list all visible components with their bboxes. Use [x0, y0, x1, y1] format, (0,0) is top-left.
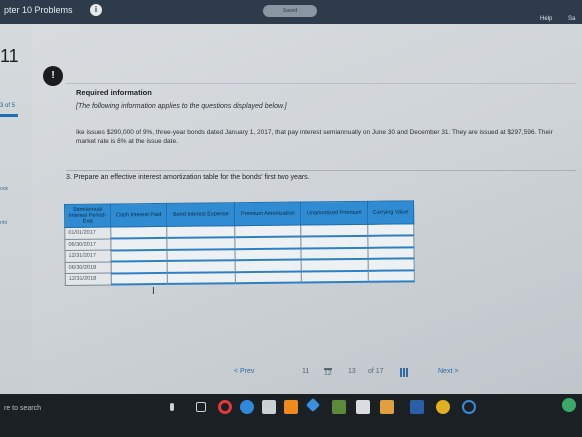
- amortization-table: Semiannual Interest Period-End Cash Inte…: [64, 200, 415, 286]
- task-view-icon[interactable]: [196, 402, 206, 412]
- info-icon[interactable]: i: [90, 4, 102, 16]
- page-13-link[interactable]: 13: [348, 368, 356, 375]
- header-bond-interest-expense: Bond Interest Expense: [166, 202, 235, 227]
- notification-icon[interactable]: [562, 398, 576, 412]
- premium-amortization-input[interactable]: [235, 236, 302, 249]
- carrying-value-input[interactable]: [367, 235, 414, 248]
- edge-icon[interactable]: [240, 400, 254, 414]
- period-cell: 12/31/2017: [64, 250, 112, 262]
- header-cash-interest: Cash Interest Paid: [110, 203, 168, 228]
- bond-interest-input[interactable]: [167, 225, 236, 238]
- next-button[interactable]: Next >: [438, 368, 458, 375]
- chrome-icon[interactable]: [436, 400, 450, 414]
- progress-bar: [0, 114, 18, 117]
- amazon-icon[interactable]: [356, 400, 370, 414]
- os-taskbar: re to search: [0, 394, 582, 437]
- premium-amortization-input[interactable]: [235, 248, 302, 261]
- carrying-value-input[interactable]: [368, 269, 415, 282]
- cash-interest-input[interactable]: [111, 260, 168, 274]
- word-icon[interactable]: [410, 400, 424, 414]
- page-11-link[interactable]: 11: [302, 368, 309, 375]
- cash-interest-input[interactable]: [110, 237, 168, 251]
- carrying-value-input[interactable]: [368, 258, 415, 271]
- unamortized-premium-input[interactable]: [301, 270, 369, 283]
- part-count: 3 of 5: [0, 103, 16, 109]
- taskbar-search[interactable]: re to search: [4, 405, 41, 412]
- period-cell: 01/01/2017: [64, 227, 111, 239]
- photos-icon[interactable]: [380, 400, 394, 414]
- cash-interest-input[interactable]: [110, 249, 168, 262]
- save-link[interactable]: Sa: [568, 16, 575, 22]
- question-sidebar: 11 3 of 5 ook rint: [0, 24, 32, 400]
- unamortized-premium-input[interactable]: [301, 247, 369, 260]
- premium-amortization-input[interactable]: [235, 259, 302, 272]
- chapter-title: pter 10 Problems: [4, 5, 73, 15]
- premium-amortization-input[interactable]: [235, 271, 302, 284]
- header-premium-amortization: Premium Amortization: [234, 202, 301, 226]
- help-link[interactable]: Help: [540, 16, 552, 22]
- carrying-value-input[interactable]: [368, 246, 415, 259]
- opera-icon[interactable]: [218, 400, 232, 414]
- header-period: Semiannual Interest Period-End: [64, 204, 111, 228]
- text-cursor-icon: I: [152, 286, 155, 297]
- info-note: [The following information applies to th…: [76, 103, 287, 110]
- page-12-link[interactable]: 12: [324, 368, 332, 377]
- cash-interest-input[interactable]: [111, 272, 168, 285]
- print-link[interactable]: rint: [0, 220, 7, 226]
- question-prompt: 3. Prepare an effective interest amortiz…: [66, 174, 310, 181]
- unamortized-premium-input[interactable]: [301, 258, 369, 272]
- info-heading: Required information: [76, 88, 152, 97]
- top-bar: pter 10 Problems i Saved Help Sa: [0, 0, 582, 24]
- period-cell: 12/31/2018: [65, 273, 112, 285]
- carrying-value-input[interactable]: [367, 223, 414, 236]
- cash-interest-input[interactable]: [110, 226, 168, 239]
- header-unamortized-premium: Unamortized Premium: [300, 201, 368, 226]
- bond-interest-input[interactable]: [167, 260, 236, 273]
- bond-interest-input[interactable]: [167, 248, 236, 261]
- unamortized-premium-input[interactable]: [300, 235, 369, 249]
- bond-interest-input[interactable]: [167, 237, 236, 250]
- page-total: of 17: [368, 368, 384, 375]
- question-number: 11: [0, 46, 19, 66]
- period-cell: 06/30/2017: [64, 238, 111, 251]
- app-icon[interactable]: [284, 400, 298, 414]
- minecraft-icon[interactable]: [332, 400, 346, 414]
- alert-icon: !: [43, 66, 63, 86]
- browser-screen: pter 10 Problems i Saved Help Sa 11 3 of…: [0, 0, 582, 400]
- saved-button[interactable]: Saved: [263, 5, 317, 17]
- bond-interest-input[interactable]: [167, 271, 236, 284]
- info-text: Ike issues $290,000 of 9%, three-year bo…: [76, 129, 553, 145]
- store-icon[interactable]: [262, 400, 276, 414]
- dropbox-icon[interactable]: [305, 397, 321, 413]
- period-cell: 06/30/2018: [65, 261, 112, 274]
- unamortized-premium-input[interactable]: [300, 224, 368, 237]
- microphone-icon[interactable]: [170, 403, 174, 411]
- required-information-box: Required information [The following info…: [66, 83, 576, 171]
- ie-icon[interactable]: [462, 400, 476, 414]
- prev-button[interactable]: < Prev: [234, 368, 254, 375]
- table-row: 12/31/2018: [65, 269, 415, 285]
- ebook-link[interactable]: ook: [0, 186, 8, 192]
- grid-icon[interactable]: [400, 368, 409, 377]
- header-carrying-value: Carrying Value: [367, 200, 414, 225]
- premium-amortization-input[interactable]: [234, 225, 301, 238]
